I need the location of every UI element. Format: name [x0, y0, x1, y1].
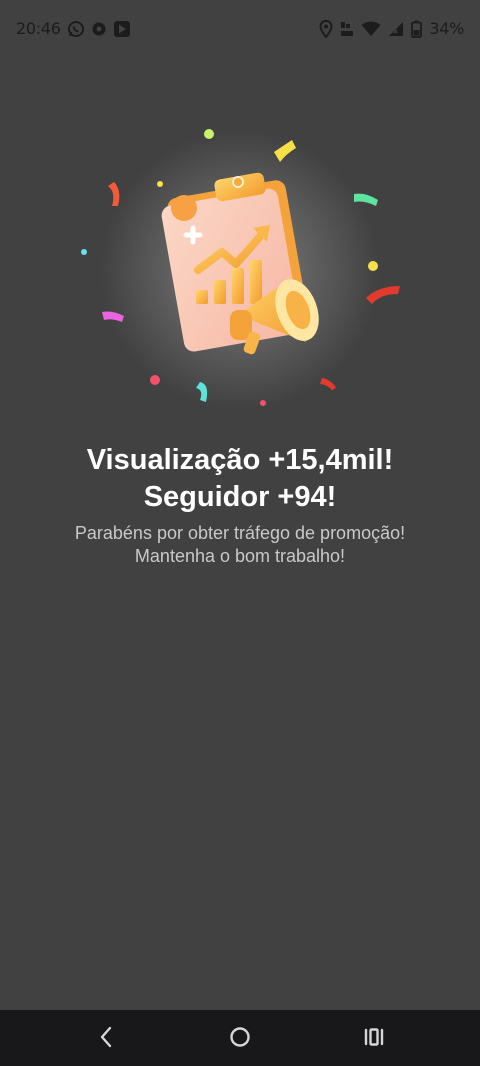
location-icon [319, 19, 333, 38]
home-icon [230, 1027, 250, 1047]
congrats-title: Visualização +15,4mil! Seguidor +94! [20, 442, 460, 516]
vpn-icon [91, 21, 107, 37]
back-button[interactable] [86, 1024, 126, 1054]
home-button[interactable] [220, 1024, 260, 1054]
play-store-icon [113, 20, 131, 38]
recent-apps-icon [364, 1028, 384, 1046]
subtitle-line-1: Parabéns por obter tráfego de promoção! [74, 523, 406, 543]
navigation-bar [0, 1010, 480, 1066]
volte-icon [340, 20, 354, 38]
battery-icon [411, 20, 423, 38]
wifi-icon [361, 21, 381, 37]
status-bar-right: 34% [319, 19, 464, 38]
views-stat: Visualização +15,4mil! [86, 444, 394, 476]
recent-apps-button[interactable] [354, 1024, 394, 1054]
battery-percent: 34% [429, 19, 464, 38]
status-bar-left: 20:46 [16, 19, 131, 38]
signal-icon [388, 21, 404, 37]
congrats-subtitle: Parabéns por obter tráfego de promoção! … [30, 522, 450, 568]
promotion-illustration [60, 110, 420, 430]
whatsapp-icon [67, 20, 85, 38]
subtitle-line-2: Mantenha o bom trabalho! [134, 546, 346, 566]
back-icon [100, 1026, 112, 1048]
status-time: 20:46 [16, 19, 61, 38]
followers-stat: Seguidor +94! [143, 481, 337, 513]
status-bar: 20:46 34% [0, 0, 480, 58]
